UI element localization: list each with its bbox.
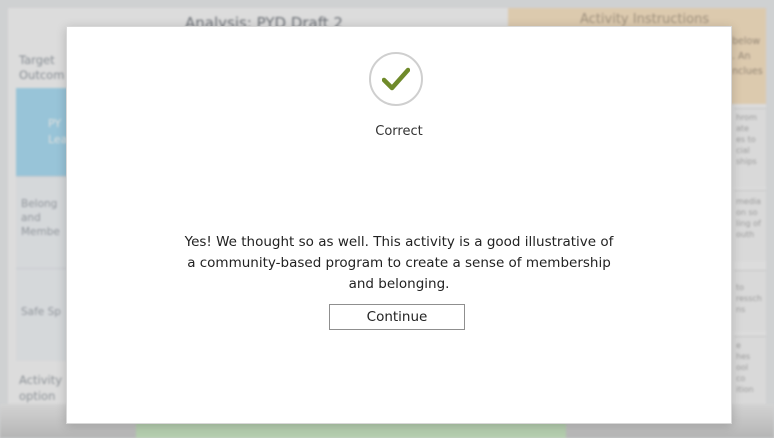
feedback-message: Yes! We thought so as well. This activit…: [184, 234, 614, 292]
status-text: Correct: [375, 124, 423, 139]
check-icon: [369, 52, 423, 106]
continue-button[interactable]: Continue: [329, 304, 465, 330]
feedback-dialog: Correct Yes! We thought so as well. This…: [66, 26, 732, 424]
